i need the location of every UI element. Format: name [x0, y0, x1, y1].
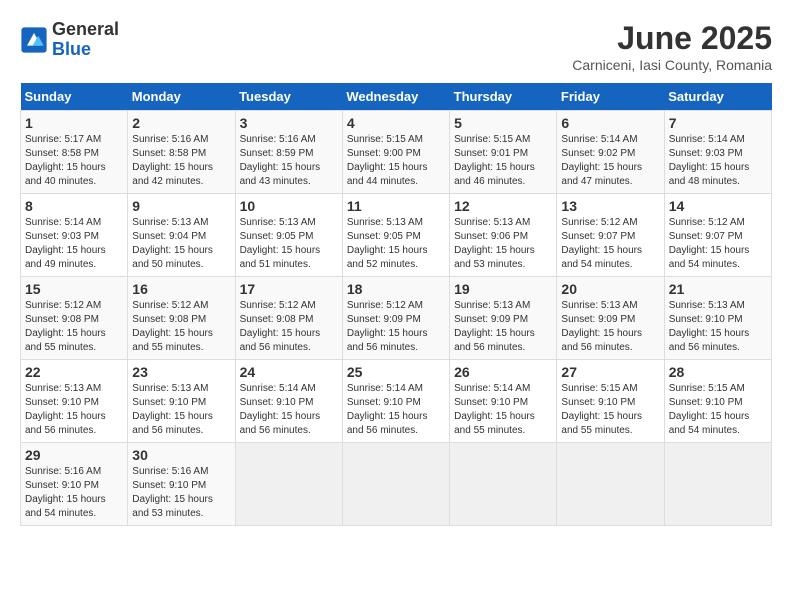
header-thursday: Thursday [450, 83, 557, 111]
calendar-table: Sunday Monday Tuesday Wednesday Thursday… [20, 83, 772, 526]
day-29: 29 Sunrise: 5:16 AMSunset: 9:10 PMDaylig… [21, 443, 128, 526]
day-1: 1 Sunrise: 5:17 AMSunset: 8:58 PMDayligh… [21, 111, 128, 194]
day-9: 9 Sunrise: 5:13 AMSunset: 9:04 PMDayligh… [128, 194, 235, 277]
table-row: 1 Sunrise: 5:17 AMSunset: 8:58 PMDayligh… [21, 111, 772, 194]
table-row: 8 Sunrise: 5:14 AMSunset: 9:03 PMDayligh… [21, 194, 772, 277]
day-30: 30 Sunrise: 5:16 AMSunset: 9:10 PMDaylig… [128, 443, 235, 526]
logo-text: General Blue [52, 20, 119, 60]
empty-cell [557, 443, 664, 526]
day-16: 16 Sunrise: 5:12 AMSunset: 9:08 PMDaylig… [128, 277, 235, 360]
header-tuesday: Tuesday [235, 83, 342, 111]
day-17: 17 Sunrise: 5:12 AMSunset: 9:08 PMDaylig… [235, 277, 342, 360]
day-10: 10 Sunrise: 5:13 AMSunset: 9:05 PMDaylig… [235, 194, 342, 277]
day-2: 2 Sunrise: 5:16 AMSunset: 8:58 PMDayligh… [128, 111, 235, 194]
main-title: June 2025 [572, 20, 772, 57]
logo-general: General [52, 20, 119, 40]
logo: General Blue [20, 20, 119, 60]
weekday-header-row: Sunday Monday Tuesday Wednesday Thursday… [21, 83, 772, 111]
day-23: 23 Sunrise: 5:13 AMSunset: 9:10 PMDaylig… [128, 360, 235, 443]
table-row: 22 Sunrise: 5:13 AMSunset: 9:10 PMDaylig… [21, 360, 772, 443]
day-27: 27 Sunrise: 5:15 AMSunset: 9:10 PMDaylig… [557, 360, 664, 443]
day-21: 21 Sunrise: 5:13 AMSunset: 9:10 PMDaylig… [664, 277, 771, 360]
logo-blue: Blue [52, 40, 119, 60]
day-22: 22 Sunrise: 5:13 AMSunset: 9:10 PMDaylig… [21, 360, 128, 443]
day-8: 8 Sunrise: 5:14 AMSunset: 9:03 PMDayligh… [21, 194, 128, 277]
header: General Blue June 2025 Carniceni, Iasi C… [20, 20, 772, 73]
day-15: 15 Sunrise: 5:12 AMSunset: 9:08 PMDaylig… [21, 277, 128, 360]
day-7: 7 Sunrise: 5:14 AMSunset: 9:03 PMDayligh… [664, 111, 771, 194]
day-24: 24 Sunrise: 5:14 AMSunset: 9:10 PMDaylig… [235, 360, 342, 443]
table-row: 29 Sunrise: 5:16 AMSunset: 9:10 PMDaylig… [21, 443, 772, 526]
day-26: 26 Sunrise: 5:14 AMSunset: 9:10 PMDaylig… [450, 360, 557, 443]
logo-icon [20, 26, 48, 54]
empty-cell [235, 443, 342, 526]
day-14: 14 Sunrise: 5:12 AMSunset: 9:07 PMDaylig… [664, 194, 771, 277]
empty-cell [664, 443, 771, 526]
day-18: 18 Sunrise: 5:12 AMSunset: 9:09 PMDaylig… [342, 277, 449, 360]
day-13: 13 Sunrise: 5:12 AMSunset: 9:07 PMDaylig… [557, 194, 664, 277]
day-4: 4 Sunrise: 5:15 AMSunset: 9:00 PMDayligh… [342, 111, 449, 194]
empty-cell [342, 443, 449, 526]
day-19: 19 Sunrise: 5:13 AMSunset: 9:09 PMDaylig… [450, 277, 557, 360]
day-11: 11 Sunrise: 5:13 AMSunset: 9:05 PMDaylig… [342, 194, 449, 277]
header-wednesday: Wednesday [342, 83, 449, 111]
day-12: 12 Sunrise: 5:13 AMSunset: 9:06 PMDaylig… [450, 194, 557, 277]
day-6: 6 Sunrise: 5:14 AMSunset: 9:02 PMDayligh… [557, 111, 664, 194]
subtitle: Carniceni, Iasi County, Romania [572, 57, 772, 73]
day-28: 28 Sunrise: 5:15 AMSunset: 9:10 PMDaylig… [664, 360, 771, 443]
header-saturday: Saturday [664, 83, 771, 111]
header-friday: Friday [557, 83, 664, 111]
day-3: 3 Sunrise: 5:16 AMSunset: 8:59 PMDayligh… [235, 111, 342, 194]
day-25: 25 Sunrise: 5:14 AMSunset: 9:10 PMDaylig… [342, 360, 449, 443]
day-20: 20 Sunrise: 5:13 AMSunset: 9:09 PMDaylig… [557, 277, 664, 360]
empty-cell [450, 443, 557, 526]
header-monday: Monday [128, 83, 235, 111]
table-row: 15 Sunrise: 5:12 AMSunset: 9:08 PMDaylig… [21, 277, 772, 360]
title-area: June 2025 Carniceni, Iasi County, Romani… [572, 20, 772, 73]
header-sunday: Sunday [21, 83, 128, 111]
day-5: 5 Sunrise: 5:15 AMSunset: 9:01 PMDayligh… [450, 111, 557, 194]
